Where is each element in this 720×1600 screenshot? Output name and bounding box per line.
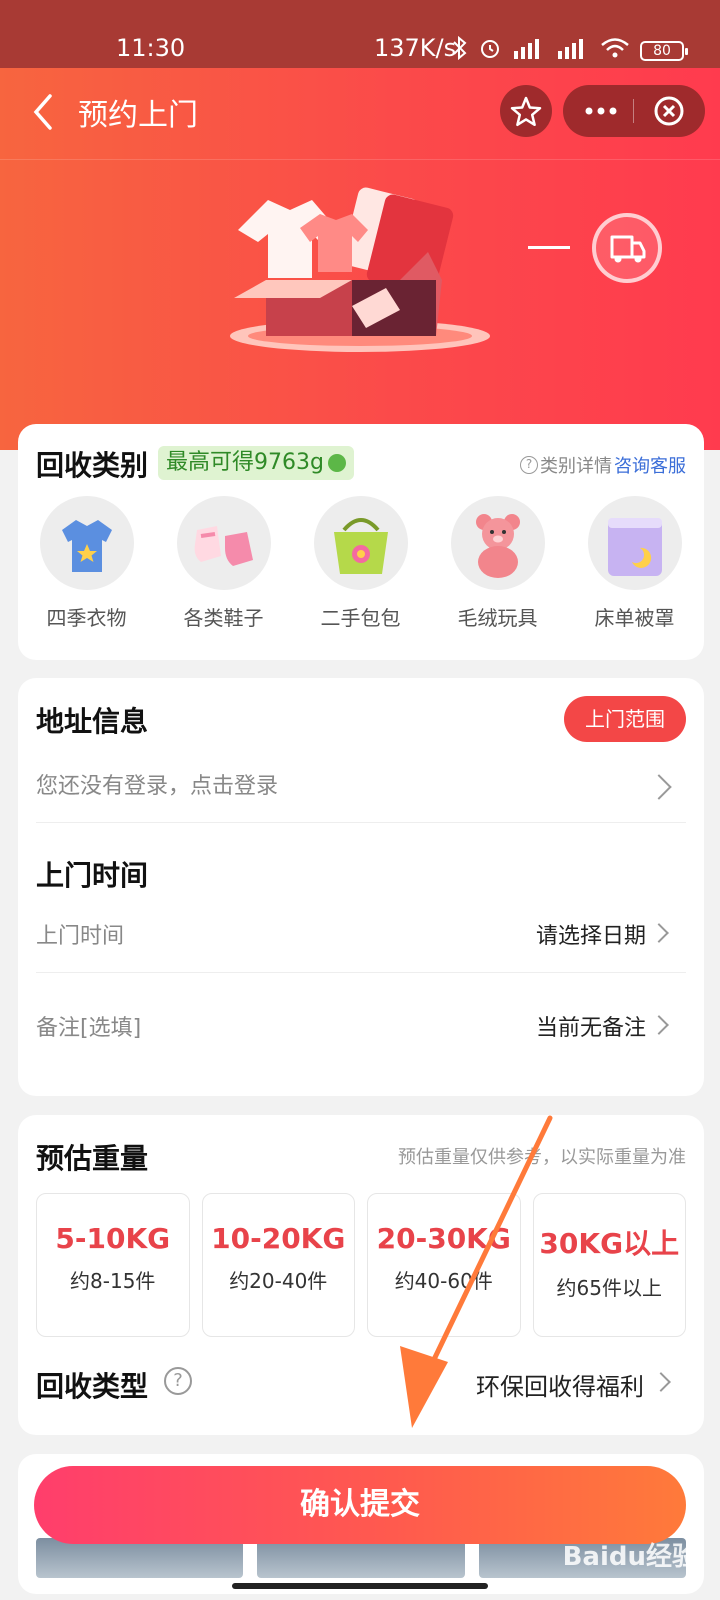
favorite-button[interactable]: [500, 85, 552, 137]
category-label: 四季衣物: [46, 606, 127, 630]
truck-icon: [610, 235, 646, 263]
photo-thumbnail: [36, 1538, 244, 1578]
category-title: 回收类别: [36, 449, 149, 482]
category-label: 床单被罩: [594, 606, 675, 630]
item-count: 约40-60件: [394, 1269, 493, 1293]
weight-option[interactable]: 10-20KG 约20-40件: [201, 1193, 355, 1337]
login-row[interactable]: 您还没有登录，点击登录: [18, 748, 704, 818]
address-card: 地址信息 上门范围 您还没有登录，点击登录 上门时间 上门时间 请选择日期 备注…: [18, 678, 704, 1096]
category-item-bedding[interactable]: 床单被罩: [566, 496, 703, 631]
chevron-left-icon: [33, 94, 52, 130]
weight-option[interactable]: 20-30KG 约40-60件: [367, 1193, 521, 1337]
bag-icon: [313, 496, 408, 590]
close-button[interactable]: [647, 85, 691, 141]
signal-icon-2: [556, 37, 590, 65]
submit-button[interactable]: 确认提交: [34, 1466, 686, 1544]
category-item-shoes[interactable]: 各类鞋子: [155, 496, 292, 631]
battery-icon: 80: [640, 41, 688, 61]
tshirt-icon: [39, 496, 134, 590]
category-help[interactable]: ? 类别详情 咨询客服: [520, 452, 686, 478]
max-earn-text: 最高可得9763g: [166, 450, 324, 475]
category-help-text: 类别详情: [540, 456, 612, 477]
watermark: Baidu经验: [562, 1542, 698, 1572]
contact-support-link[interactable]: 咨询客服: [614, 452, 686, 478]
close-circle-icon: [654, 96, 684, 126]
nav-bar: 预约上门: [0, 68, 720, 160]
category-label: 二手包包: [320, 606, 401, 630]
category-item-clothes[interactable]: 四季衣物: [18, 496, 155, 631]
wifi-icon: [600, 37, 630, 65]
note-row[interactable]: 备注[选填] 当前无备注: [18, 994, 704, 1064]
service-scope-button[interactable]: 上门范围: [564, 696, 686, 742]
status-time: 11:30: [116, 34, 186, 62]
weight-option[interactable]: 30KG以上 约65件以上: [532, 1193, 686, 1337]
category-card: 回收类别 最高可得9763g ? 类别详情 咨询客服 四季衣物 各类鞋子 二手包…: [18, 424, 704, 660]
visit-time-value: 请选择日期: [535, 924, 646, 949]
chevron-right-icon: [649, 923, 669, 943]
category-item-toys[interactable]: 毛绒玩具: [429, 496, 566, 631]
category-label: 毛绒玩具: [457, 606, 538, 630]
coin-icon: [327, 454, 346, 472]
status-bar: 11:30 137K/s 80: [0, 0, 720, 68]
status-icons: 80: [452, 35, 688, 66]
max-earn-badge: 最高可得9763g: [158, 446, 354, 480]
more-dots-icon: [585, 107, 617, 115]
network-speed: 137K/s: [374, 34, 457, 62]
weight-title: 预估重量: [36, 1142, 149, 1175]
note-value: 当前无备注: [535, 1016, 646, 1041]
help-question-icon[interactable]: ?: [164, 1367, 192, 1395]
address-title: 地址信息: [36, 705, 149, 738]
shoes-icon: [176, 496, 271, 590]
mini-program-capsule: [563, 85, 705, 137]
item-count: 约65件以上: [556, 1276, 662, 1300]
weight-range: 5-10KG: [55, 1222, 171, 1255]
bedding-icon: [587, 496, 682, 590]
teddy-bear-icon: [450, 496, 545, 590]
login-prompt: 您还没有登录，点击登录: [36, 774, 279, 799]
signal-icon: [512, 37, 546, 65]
truck-badge: [592, 213, 662, 283]
weight-range: 20-30KG: [376, 1222, 511, 1255]
weight-note: 预估重量仅供参考，以实际重量为准: [398, 1147, 686, 1168]
question-icon: ?: [520, 456, 538, 474]
bluetooth-icon: [452, 35, 468, 66]
visit-title: 上门时间: [36, 859, 149, 892]
item-count: 约20-40件: [229, 1269, 328, 1293]
weight-range: 30KG以上: [539, 1227, 680, 1260]
visit-time-row[interactable]: 上门时间 请选择日期: [18, 902, 704, 972]
page-title: 预约上门: [78, 98, 198, 133]
weight-card: 预估重量 预估重量仅供参考，以实际重量为准 5-10KG 约8-15件 10-2…: [18, 1115, 704, 1435]
chevron-right-icon: [646, 774, 672, 800]
alarm-icon: [478, 36, 502, 66]
weight-option[interactable]: 5-10KG 约8-15件: [36, 1193, 190, 1337]
category-item-bags[interactable]: 二手包包: [292, 496, 429, 631]
divider: [36, 972, 686, 973]
note-label: 备注[选填]: [36, 1016, 142, 1041]
chevron-right-icon: [651, 1372, 671, 1392]
clothes-box-illustration: [230, 187, 490, 352]
visit-time-label: 上门时间: [36, 924, 125, 949]
capsule-divider: [633, 99, 634, 123]
star-icon: [510, 96, 542, 127]
weight-range: 10-20KG: [211, 1222, 346, 1255]
recycle-type-value: 环保回收得福利: [476, 1373, 644, 1401]
photo-thumbnail: [257, 1538, 465, 1578]
more-button[interactable]: [581, 85, 621, 141]
category-label: 各类鞋子: [183, 606, 264, 630]
home-indicator[interactable]: [232, 1583, 488, 1589]
category-list: 四季衣物 各类鞋子 二手包包 毛绒玩具 床单被罩: [18, 496, 704, 631]
recycle-type-title: 回收类型: [36, 1370, 149, 1403]
chevron-right-icon: [649, 1015, 669, 1035]
back-button[interactable]: [28, 90, 58, 134]
weight-options: 5-10KG 约8-15件 10-20KG 约20-40件 20-30KG 约4…: [36, 1193, 686, 1337]
divider: [36, 822, 686, 823]
hero-connector-line: [528, 246, 570, 249]
item-count: 约8-15件: [70, 1269, 156, 1293]
